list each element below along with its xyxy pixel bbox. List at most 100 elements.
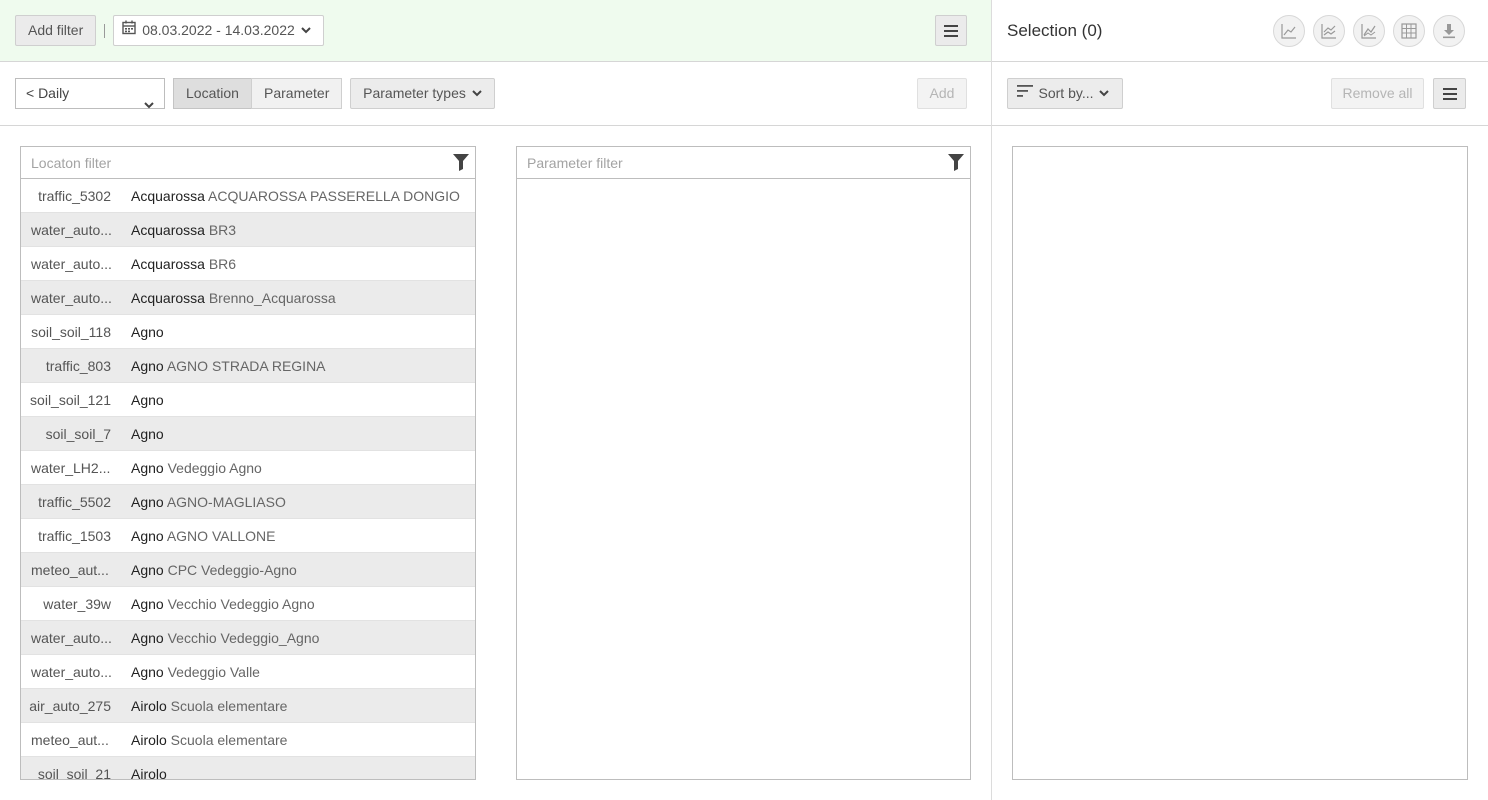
location-station: Scuola elementare xyxy=(166,732,288,748)
location-municipality: Agno xyxy=(131,630,164,646)
location-municipality: Airolo xyxy=(131,698,167,714)
location-name: Agno xyxy=(131,426,164,442)
tab-location[interactable]: Location xyxy=(173,78,252,109)
interval-select[interactable]: < Daily xyxy=(15,78,165,109)
location-name: Airolo Scuola elementare xyxy=(131,698,287,714)
chevron-down-icon xyxy=(1099,78,1110,107)
selector-pane: Add filter 08.03.2022 - 14.03.2022 < Dai… xyxy=(0,0,991,800)
location-station: CPC Vedeggio-Agno xyxy=(163,562,297,578)
location-municipality: Agno xyxy=(131,596,164,612)
list-item[interactable]: soil_soil_121 Agno xyxy=(21,383,475,417)
location-id: water_auto... xyxy=(31,256,112,272)
location-name: Agno Vedeggio Agno xyxy=(131,460,262,476)
location-id: traffic_1503 xyxy=(38,528,111,544)
location-municipality: Agno xyxy=(131,392,164,408)
location-name: Agno xyxy=(131,392,164,408)
location-name: Acquarossa BR3 xyxy=(131,222,236,238)
list-item[interactable]: traffic_5302 Acquarossa ACQUAROSSA PASSER… xyxy=(21,179,475,213)
location-name: Airolo xyxy=(131,766,167,779)
location-name: Agno Vecchio Vedeggio_Agno xyxy=(131,630,319,646)
location-station: AGNO-MAGLIASO xyxy=(163,494,286,510)
table-icon[interactable] xyxy=(1393,15,1425,47)
list-item[interactable]: traffic_1503 Agno AGNO VALLONE xyxy=(21,519,475,553)
parameter-filter-input[interactable] xyxy=(527,154,927,172)
location-id: meteo_aut... xyxy=(31,562,109,578)
list-item[interactable]: water_39w Agno Vecchio Vedeggio Agno xyxy=(21,587,475,621)
location-municipality: Agno xyxy=(131,460,164,476)
list-item[interactable]: meteo_aut... Airolo Scuola elementare xyxy=(21,723,475,757)
sort-dropdown[interactable]: Sort by... xyxy=(1007,78,1123,109)
list-item[interactable]: water_auto... Acquarossa BR6 xyxy=(21,247,475,281)
list-item[interactable]: traffic_803 Agno AGNO STRADA REGINA xyxy=(21,349,475,383)
calendar-icon xyxy=(122,16,136,45)
sort-label: Sort by... xyxy=(1038,85,1094,101)
selection-title: Selection (0) xyxy=(1007,21,1103,40)
location-name: Acquarossa Brenno_Acquarossa xyxy=(131,290,336,306)
location-name: Agno AGNO STRADA REGINA xyxy=(131,358,326,374)
area-chart-icon[interactable] xyxy=(1353,15,1385,47)
list-item[interactable]: water_auto... Agno Vedeggio Valle xyxy=(21,655,475,689)
location-municipality: Agno xyxy=(131,528,164,544)
location-station: Vecchio Vedeggio Agno xyxy=(163,596,315,612)
location-station: Scuola elementare xyxy=(166,698,288,714)
location-station: Brenno_Acquarossa xyxy=(204,290,336,306)
location-name: Agno Vecchio Vedeggio Agno xyxy=(131,596,315,612)
location-municipality: Agno xyxy=(131,562,164,578)
location-panel: traffic_5302 Acquarossa ACQUAROSSA PASSER… xyxy=(20,146,476,780)
list-item[interactable]: water_auto... Acquarossa Brenno_Acquaross… xyxy=(21,281,475,315)
location-name: Agno AGNO-MAGLIASO xyxy=(131,494,286,510)
selection-pane: Selection (0) Sort by... Remove all xyxy=(991,0,1488,800)
tab-parameter[interactable]: Parameter xyxy=(251,78,343,109)
list-item[interactable]: water_auto... Acquarossa BR3 xyxy=(21,213,475,247)
selection-list xyxy=(1012,146,1468,780)
date-range-label: 08.03.2022 - 14.03.2022 xyxy=(142,22,295,38)
location-municipality: Airolo xyxy=(131,732,167,748)
remove-all-button[interactable]: Remove all xyxy=(1331,78,1424,109)
location-id: water_LH2... xyxy=(31,460,111,476)
add-filter-button[interactable]: Add filter xyxy=(15,15,97,46)
filter-icon[interactable] xyxy=(948,154,964,174)
location-station: Vecchio Vedeggio_Agno xyxy=(163,630,320,646)
hamburger-icon xyxy=(1442,87,1457,103)
location-id: air_auto_275 xyxy=(29,698,111,714)
date-range-button[interactable]: 08.03.2022 - 14.03.2022 xyxy=(113,15,324,46)
parameter-list xyxy=(517,179,970,779)
parameter-filter-bar xyxy=(517,147,970,179)
parameter-types-dropdown[interactable]: Parameter types xyxy=(350,78,495,109)
location-id: water_auto... xyxy=(31,664,112,680)
filter-icon[interactable] xyxy=(453,154,469,174)
selection-toolbar: Sort by... Remove all xyxy=(992,63,1488,126)
location-station: BR3 xyxy=(204,222,237,238)
location-municipality: Agno xyxy=(131,426,164,442)
location-municipality: Agno xyxy=(131,358,164,374)
location-id: soil_soil_121 xyxy=(30,392,111,408)
list-item[interactable]: water_LH2... Agno Vedeggio Agno xyxy=(21,451,475,485)
list-item[interactable]: air_auto_275 Airolo Scuola elementare xyxy=(21,689,475,723)
parameter-panel xyxy=(516,146,971,780)
add-button[interactable]: Add xyxy=(917,78,967,109)
location-municipality: Acquarossa xyxy=(131,256,205,272)
location-id: soil_soil_21 xyxy=(37,766,111,779)
list-item[interactable]: traffic_5502 Agno AGNO-MAGLIASO xyxy=(21,485,475,519)
selection-menu-button[interactable] xyxy=(1433,78,1466,109)
location-id: traffic_5502 xyxy=(38,494,111,510)
list-item[interactable]: meteo_aut... Agno CPC Vedeggio-Agno xyxy=(21,553,475,587)
divider xyxy=(104,24,105,38)
location-id: water_39w xyxy=(43,596,111,612)
list-item[interactable]: soil_soil_7 Agno xyxy=(21,417,475,451)
location-name: Acquarossa BR6 xyxy=(131,256,236,272)
location-list: traffic_5302 Acquarossa ACQUAROSSA PASSER… xyxy=(21,179,475,779)
list-item[interactable]: water_auto... Agno Vecchio Vedeggio_Agno xyxy=(21,621,475,655)
location-id: water_auto... xyxy=(31,290,112,306)
multi-line-chart-icon[interactable] xyxy=(1313,15,1345,47)
parameter-types-label: Parameter types xyxy=(363,85,466,101)
list-item[interactable]: soil_soil_21 Airolo xyxy=(21,757,475,779)
location-municipality: Airolo xyxy=(131,766,167,779)
location-filter-input[interactable] xyxy=(31,154,431,172)
menu-button[interactable] xyxy=(935,15,967,46)
location-municipality: Acquarossa xyxy=(131,222,205,238)
line-chart-icon[interactable] xyxy=(1273,15,1305,47)
location-station: AGNO VALLONE xyxy=(163,528,276,544)
download-icon[interactable] xyxy=(1433,15,1465,47)
list-item[interactable]: soil_soil_118 Agno xyxy=(21,315,475,349)
